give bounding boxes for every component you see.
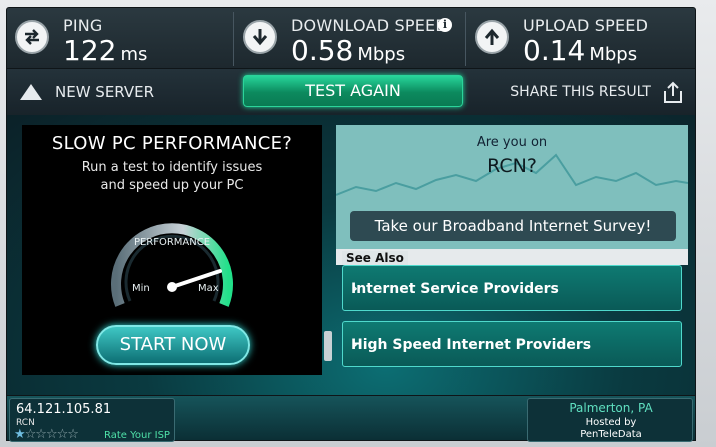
- ip-address: 64.121.105.81: [16, 402, 112, 417]
- start-now-button[interactable]: START NOW: [96, 325, 250, 365]
- star-icon: ☆☆☆☆☆: [24, 427, 79, 442]
- share-label: SHARE THIS RESULT: [510, 84, 651, 100]
- ping-icon: [15, 20, 49, 54]
- ip-panel: 64.121.105.81 RCN ★☆☆☆☆☆ Rate Your ISP: [9, 398, 175, 442]
- gauge-label: PERFORMANCE: [134, 237, 210, 248]
- chevron-right-icon: ›: [351, 334, 359, 355]
- hosted-by-label: Hosted by: [585, 417, 637, 428]
- share-icon: [664, 81, 682, 103]
- upload-value: 0.14 Mbps: [523, 34, 638, 67]
- scroll-handle[interactable]: [324, 331, 332, 361]
- info-icon[interactable]: i: [438, 18, 452, 32]
- bottom-bar: 64.121.105.81 RCN ★☆☆☆☆☆ Rate Your ISP P…: [6, 395, 696, 442]
- host-name: PenTeleData: [580, 429, 642, 440]
- rating-stars[interactable]: ★☆☆☆☆☆: [14, 427, 79, 442]
- ad-question-line2: RCN?: [487, 155, 537, 177]
- divider: [233, 12, 234, 66]
- upload-label: UPLOAD SPEED: [523, 16, 649, 35]
- rcn-survey-ad[interactable]: Are you on RCN? Take our Broadband Inter…: [336, 125, 688, 249]
- star-icon: ★: [14, 427, 26, 442]
- divider: [465, 12, 466, 66]
- upload-arrow-icon: [475, 20, 509, 54]
- host-panel: Palmerton, PA Hosted by PenTeleData: [527, 398, 693, 442]
- ping-label: PING: [63, 16, 103, 35]
- ad-headline: SLOW PC PERFORMANCE?: [51, 133, 293, 154]
- see-also-label: See Also: [342, 251, 408, 265]
- action-bar: NEW SERVER TEST AGAIN SHARE THIS RESULT: [6, 69, 696, 115]
- gauge-min: Min: [132, 283, 150, 294]
- survey-button[interactable]: Take our Broadband Internet Survey!: [350, 211, 676, 241]
- ping-value: 122 ms: [63, 34, 148, 67]
- ping-stat: PING 122 ms: [7, 8, 233, 70]
- server-location: Palmerton, PA: [569, 401, 653, 415]
- link-high-speed-internet-providers[interactable]: High Speed Internet Providers ›: [342, 321, 682, 367]
- upload-stat: UPLOAD SPEED 0.14 Mbps: [467, 8, 695, 70]
- pc-performance-ad[interactable]: SLOW PC PERFORMANCE? Run a test to ident…: [22, 125, 322, 375]
- performance-gauge-icon: PERFORMANCE Min Max: [111, 223, 233, 307]
- link-internet-service-providers[interactable]: Internet Service Providers ›: [342, 265, 682, 311]
- download-stat: DOWNLOAD SPEED i 0.58 Mbps: [235, 8, 463, 70]
- main-area: SLOW PC PERFORMANCE? Run a test to ident…: [6, 115, 696, 395]
- ad-question-line1: Are you on: [476, 135, 548, 150]
- ad-subtext: Run a test to identify issues and speed …: [81, 160, 263, 193]
- test-again-button[interactable]: TEST AGAIN: [243, 75, 463, 107]
- download-label: DOWNLOAD SPEED: [291, 16, 448, 35]
- speedtest-window: PING 122 ms DOWNLOAD SPEED i 0.58 Mbps UPL…: [0, 0, 716, 447]
- rate-isp-link[interactable]: Rate Your ISP: [104, 430, 170, 441]
- chevron-right-icon: ›: [351, 278, 359, 299]
- stats-bar: PING 122 ms DOWNLOAD SPEED i 0.58 Mbps UPL…: [6, 7, 696, 69]
- new-server-label: NEW SERVER: [55, 83, 155, 101]
- download-arrow-icon: [243, 20, 277, 54]
- download-value: 0.58 Mbps: [291, 34, 406, 67]
- gauge-max: Max: [198, 283, 219, 294]
- triangle-icon: [20, 84, 42, 100]
